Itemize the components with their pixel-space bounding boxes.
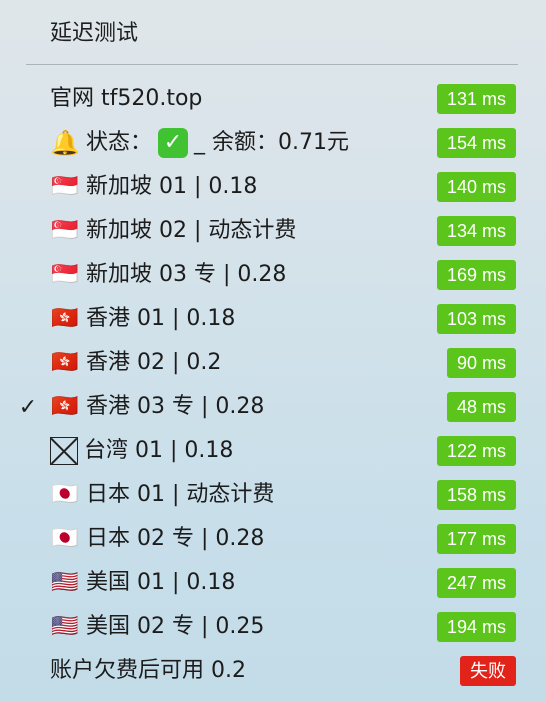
menu-item-official-site[interactable]: 官网 tf520.top 131 ms [0,77,546,121]
hong-kong-flag-icon: 🇭🇰 [51,306,79,331]
menu-item-server[interactable]: 🇺🇸 美国 01 | 0.18 247 ms [0,561,546,605]
menu-item-label: 官网 tf520.top [50,77,406,121]
menu-item-label: 🇯🇵 日本 02 专 | 0.28 [50,517,406,561]
balance-text: _ 余额：0.71元 [194,130,349,155]
hong-kong-flag-icon: 🇭🇰 [51,394,79,419]
latency-badge: 194 ms [436,612,516,642]
singapore-flag-icon: 🇸🇬 [51,262,79,287]
menu-item-server-selected[interactable]: ✓ 🇭🇰 香港 03 专 | 0.28 48 ms [0,385,546,429]
menu-item-label: 🇭🇰 香港 02 | 0.2 [50,341,406,385]
menu-item-server[interactable]: 🇸🇬 新加坡 02 | 动态计费 134 ms [0,209,546,253]
singapore-flag-icon: 🇸🇬 [51,174,79,199]
latency-badge: 131 ms [436,84,516,114]
menu-item-server[interactable]: 🇭🇰 香港 02 | 0.2 90 ms [0,341,546,385]
latency-badge: 177 ms [436,524,516,554]
usa-flag-icon: 🇺🇸 [51,570,79,595]
menu-item-text: 香港 02 | 0.2 [86,350,222,375]
missing-glyph-icon [50,437,78,465]
menu-item-label: 🇸🇬 新加坡 01 | 0.18 [50,165,406,209]
latency-badge: 158 ms [436,480,516,510]
menu-item-text: 美国 01 | 0.18 [86,570,236,595]
latency-badge: 134 ms [436,216,516,246]
menu-item-text: 美国 02 专 | 0.25 [86,614,265,639]
latency-badge: 48 ms [446,392,516,422]
menu-item-label: 🇺🇸 美国 02 专 | 0.25 [50,605,406,649]
menu-item-text: 官网 tf520.top [50,86,203,111]
menu-item-server[interactable]: 🇸🇬 新加坡 03 专 | 0.28 169 ms [0,253,546,297]
japan-flag-icon: 🇯🇵 [51,482,79,507]
latency-badge: 103 ms [436,304,516,334]
menu-item-text: 日本 01 | 动态计费 [86,482,275,507]
bell-icon: 🔔 [50,129,80,157]
hong-kong-flag-icon: 🇭🇰 [51,350,79,375]
menu-item-server[interactable]: 台湾 01 | 0.18 122 ms [0,429,546,473]
latency-badge: 169 ms [436,260,516,290]
menu-item-status[interactable]: 🔔 状态： ✓ _ 余额：0.71元 154 ms [0,121,546,165]
menu-item-label: 账户欠费后可用 0.2 [50,649,406,693]
latency-badge: 122 ms [436,436,516,466]
menu-item-text: 台湾 01 | 0.18 [84,438,234,463]
menu-item-label: 🇯🇵 日本 01 | 动态计费 [50,473,406,517]
menu-item-text: 日本 02 专 | 0.28 [86,526,265,551]
status-prefix: 状态： [86,130,153,155]
latency-badge: 90 ms [446,348,516,378]
menu-item-label: 台湾 01 | 0.18 [50,429,406,473]
latency-badge: 154 ms [436,128,516,158]
menu-item-server[interactable]: 🇯🇵 日本 02 专 | 0.28 177 ms [0,517,546,561]
menu-item-server[interactable]: 🇭🇰 香港 01 | 0.18 103 ms [0,297,546,341]
menu-item-text: 新加坡 03 专 | 0.28 [86,262,287,287]
menu-item-server[interactable]: 🇯🇵 日本 01 | 动态计费 158 ms [0,473,546,517]
menu-item-text: 新加坡 01 | 0.18 [86,174,258,199]
menu-items: 官网 tf520.top 131 ms 🔔 状态： ✓ _ 余额：0.71元 1… [0,77,546,693]
menu-separator [26,64,518,65]
menu-item-label: 🔔 状态： ✓ _ 余额：0.71元 [50,121,406,165]
checkmark-icon: ✓ [18,394,38,420]
latency-badge: 140 ms [436,172,516,202]
menu-item-label: 🇺🇸 美国 01 | 0.18 [50,561,406,605]
latency-test-menu: 延迟测试 官网 tf520.top 131 ms 🔔 状态： ✓ _ 余额：0.… [0,0,546,702]
menu-item-server[interactable]: 🇸🇬 新加坡 01 | 0.18 140 ms [0,165,546,209]
menu-item-text: 账户欠费后可用 0.2 [50,658,246,683]
menu-title: 延迟测试 [50,21,139,46]
menu-item-server[interactable]: 账户欠费后可用 0.2 失败 [0,649,546,693]
latency-badge: 247 ms [436,568,516,598]
menu-item-text: 新加坡 02 | 动态计费 [86,218,297,243]
menu-item-text: 香港 01 | 0.18 [86,306,236,331]
menu-item-label: 🇸🇬 新加坡 03 专 | 0.28 [50,253,406,297]
menu-item-server[interactable]: 🇺🇸 美国 02 专 | 0.25 194 ms [0,605,546,649]
singapore-flag-icon: 🇸🇬 [51,218,79,243]
menu-item-text: 香港 03 专 | 0.28 [86,394,265,419]
green-check-box-icon: ✓ [158,128,189,158]
japan-flag-icon: 🇯🇵 [51,526,79,551]
usa-flag-icon: 🇺🇸 [51,614,79,639]
failure-badge: 失败 [460,656,516,686]
menu-item-label: 🇭🇰 香港 03 专 | 0.28 [50,385,406,429]
menu-item-label: 🇭🇰 香港 01 | 0.18 [50,297,406,341]
menu-item-label: 🇸🇬 新加坡 02 | 动态计费 [50,209,406,253]
